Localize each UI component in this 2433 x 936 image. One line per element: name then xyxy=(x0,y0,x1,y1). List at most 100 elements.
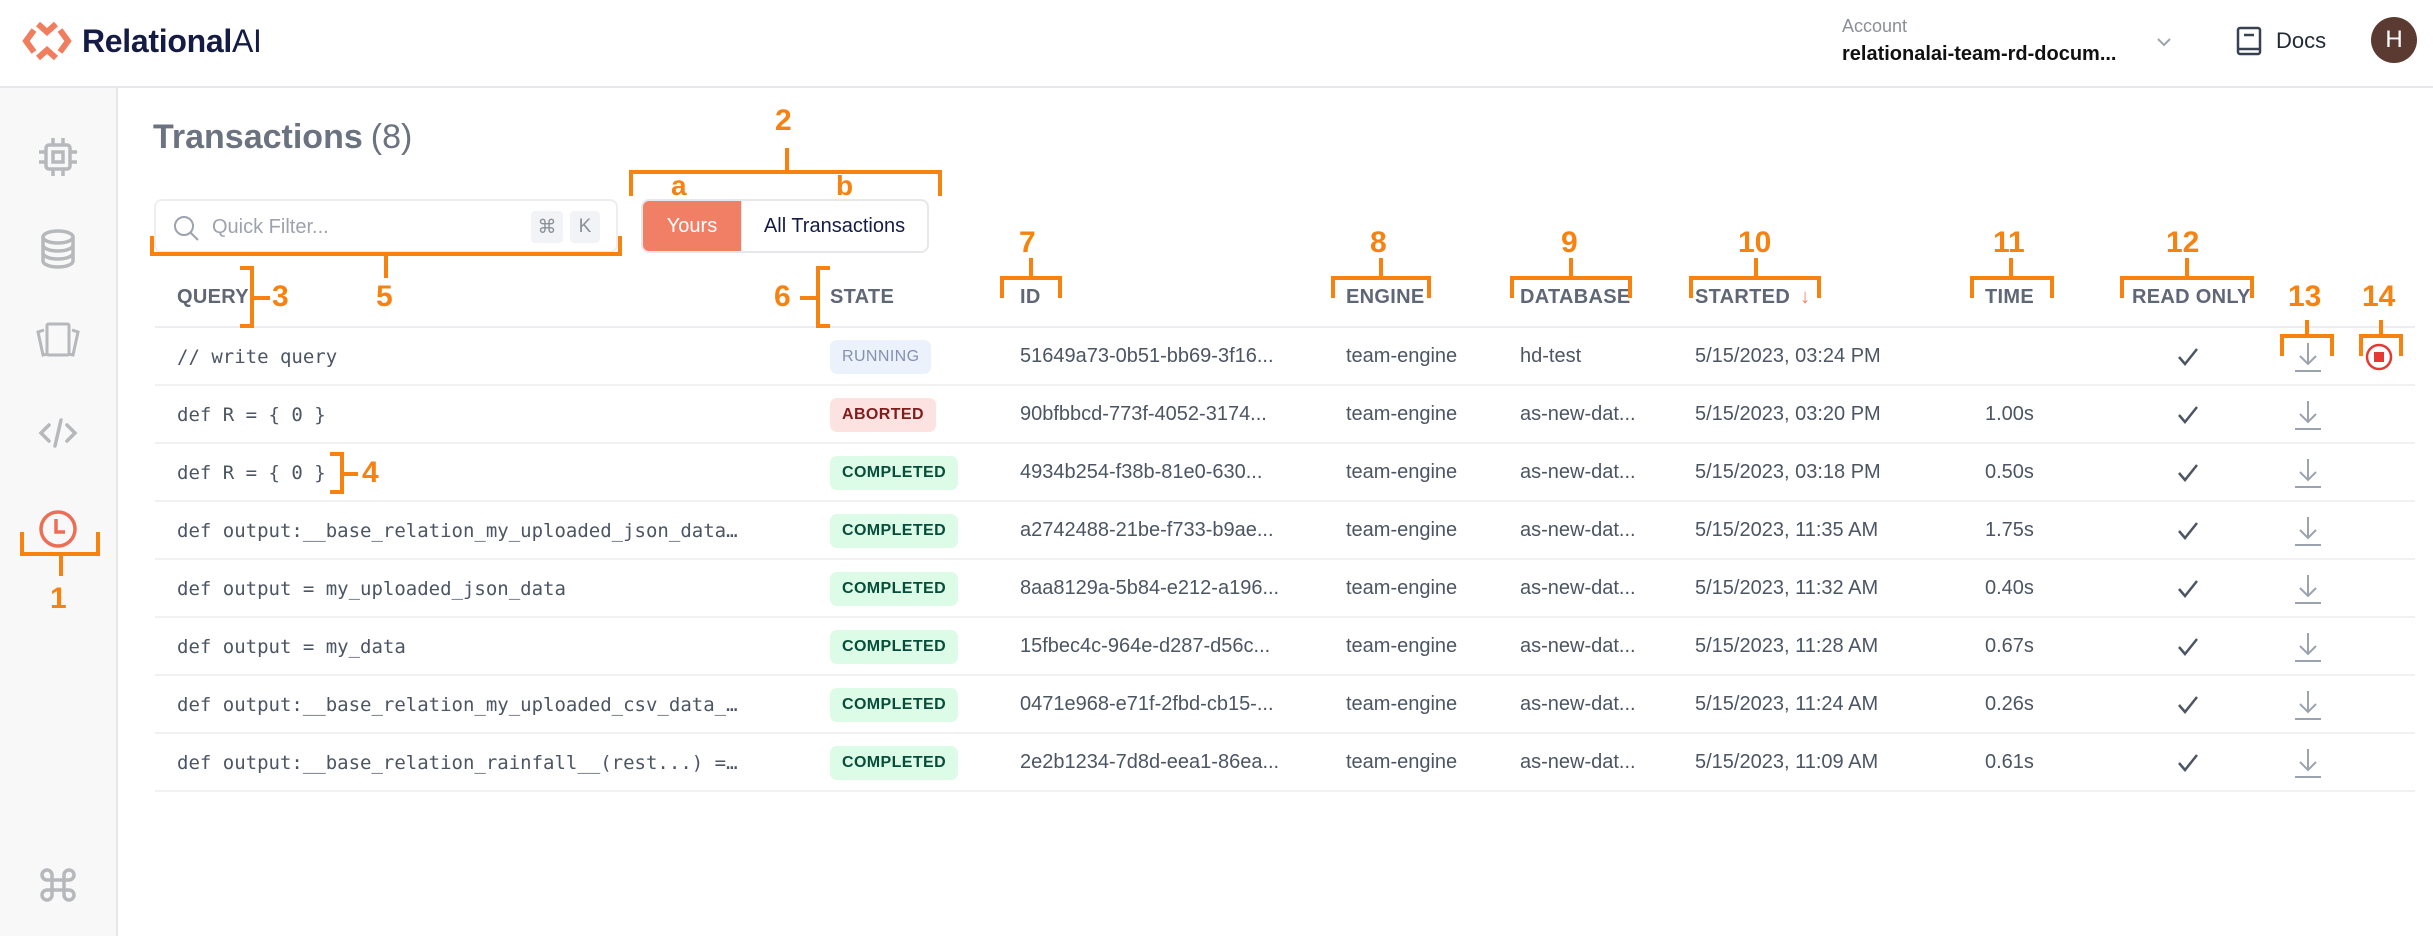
annotation-bracket-4 xyxy=(330,452,344,494)
query-cell: // write query xyxy=(177,346,338,368)
started-cell: 5/15/2023, 03:24 PM xyxy=(1695,345,1881,367)
annotation-bracket-6 xyxy=(816,266,830,328)
status-badge: RUNNING xyxy=(830,340,932,374)
annotation-stem-7 xyxy=(1029,258,1033,276)
sidebar-item-notebooks[interactable] xyxy=(31,314,85,368)
sidebar-item-engines[interactable] xyxy=(31,130,85,184)
annotation-stem-6 xyxy=(800,296,816,300)
status-badge: COMPLETED xyxy=(830,630,959,664)
table-header: QUERY STATE ID ENGINE DATABASE STARTED ↓ … xyxy=(155,268,2415,328)
query-cell: def output = my_uploaded_json_data xyxy=(177,578,566,600)
annotation-bracket-3 xyxy=(240,266,254,328)
brand-name-bold: Relational xyxy=(82,22,232,59)
docs-label: Docs xyxy=(2276,28,2327,53)
brand-name-light: AI xyxy=(231,22,262,59)
sidebar-item-editor[interactable] xyxy=(31,406,85,460)
id-cell: 90bfbbcd-773f-4052-3174... xyxy=(1020,403,1267,425)
check-icon xyxy=(2178,580,2198,598)
engine-cell: team-engine xyxy=(1346,577,1458,599)
annotation-bracket-8 xyxy=(1331,276,1431,298)
database-cell: as-new-dat... xyxy=(1520,751,1636,773)
time-cell: 0.26s xyxy=(1985,693,2034,715)
engine-cell: team-engine xyxy=(1346,635,1458,657)
started-cell: 5/15/2023, 11:24 AM xyxy=(1695,693,1879,715)
status-badge: COMPLETED xyxy=(830,688,959,722)
status-badge: COMPLETED xyxy=(830,572,959,606)
check-icon xyxy=(2178,406,2198,424)
download-icon[interactable] xyxy=(2291,746,2325,780)
started-cell: 5/15/2023, 11:09 AM xyxy=(1695,751,1879,773)
logo[interactable]: RelationalAI xyxy=(22,20,262,62)
time-cell: 0.67s xyxy=(1985,635,2034,657)
annotation-stem-10 xyxy=(1754,258,1758,276)
annotation-stem-8 xyxy=(1379,258,1383,276)
chevron-down-icon[interactable] xyxy=(2152,30,2176,54)
annotation-stem-11 xyxy=(2009,258,2013,276)
account-selector[interactable]: Account relationalai-team-rd-docum... xyxy=(1842,16,2117,66)
table-row[interactable]: def output = my_data COMPLETED 15fbec4c-96… xyxy=(155,618,2415,676)
database-cell: as-new-dat... xyxy=(1520,461,1636,483)
annotation-bracket-9 xyxy=(1510,276,1632,298)
toggle-all-transactions[interactable]: All Transactions xyxy=(741,201,927,251)
table-row[interactable]: def output:__base_relation_my_uploaded_c… xyxy=(155,676,2415,734)
database-cell: as-new-dat... xyxy=(1520,519,1636,541)
annotation-label-9: 9 xyxy=(1561,226,1578,259)
status-badge: COMPLETED xyxy=(830,456,959,490)
id-cell: 2e2b1234-7d8d-eea1-86ea... xyxy=(1020,751,1280,773)
account-name: relationalai-team-rd-docum... xyxy=(1842,43,2117,65)
engine-cell: team-engine xyxy=(1346,751,1458,773)
transaction-count: (8) xyxy=(370,118,413,156)
toggle-yours[interactable]: Yours xyxy=(643,201,741,251)
table-row[interactable]: def output:__base_relation_rainfall__(re… xyxy=(155,734,2415,792)
check-icon xyxy=(2178,638,2198,656)
avatar[interactable]: H xyxy=(2371,17,2417,63)
database-cell: as-new-dat... xyxy=(1520,635,1636,657)
annotation-label-1: 1 xyxy=(50,582,67,615)
download-icon[interactable] xyxy=(2291,456,2325,490)
annotation-label-5: 5 xyxy=(376,280,393,313)
table-row[interactable]: def R = { 0 } COMPLETED 4934b254-f38b-81e0… xyxy=(155,444,2415,502)
table-row[interactable]: def output = my_uploaded_json_data COMPLE… xyxy=(155,560,2415,618)
engine-cell: team-engine xyxy=(1346,519,1458,541)
started-cell: 5/15/2023, 11:35 AM xyxy=(1695,519,1879,541)
download-icon[interactable] xyxy=(2291,630,2325,664)
query-cell: def output = my_data xyxy=(177,636,406,658)
sidebar xyxy=(0,88,118,936)
column-header-query[interactable]: QUERY xyxy=(177,286,249,309)
annotation-label-14: 14 xyxy=(2362,280,2396,313)
table-row[interactable]: def output:__base_relation_my_uploaded_j… xyxy=(155,502,2415,560)
transactions-table: QUERY STATE ID ENGINE DATABASE STARTED ↓ … xyxy=(155,268,2415,792)
notebook-icon xyxy=(36,322,80,357)
check-icon xyxy=(2178,696,2198,714)
docs-link[interactable]: Docs xyxy=(2236,26,2326,56)
chip-icon xyxy=(39,138,77,176)
top-bar: RelationalAI Account relationalai-team-r… xyxy=(0,0,2433,88)
engine-cell: team-engine xyxy=(1346,461,1458,483)
annotation-stem-3 xyxy=(254,296,270,300)
annotation-bracket-14 xyxy=(2359,334,2403,356)
download-icon[interactable] xyxy=(2291,398,2325,432)
query-cell: def R = { 0 } xyxy=(177,404,326,426)
download-icon[interactable] xyxy=(2291,514,2325,548)
database-cell: as-new-dat... xyxy=(1520,403,1636,425)
table-row[interactable]: def R = { 0 } ABORTED 90bfbbcd-773f-4052-3… xyxy=(155,386,2415,444)
sidebar-item-databases[interactable] xyxy=(31,222,85,276)
download-icon[interactable] xyxy=(2291,688,2325,722)
command-palette-button[interactable] xyxy=(31,858,85,912)
ownership-toggle: Yours All Transactions xyxy=(641,199,929,253)
annotation-bracket-5 xyxy=(150,236,622,256)
account-label: Account xyxy=(1842,16,1908,36)
time-cell: 0.40s xyxy=(1985,577,2034,599)
download-icon[interactable] xyxy=(2291,572,2325,606)
engine-cell: team-engine xyxy=(1346,345,1458,367)
annotation-stem-12 xyxy=(2185,258,2189,276)
table-row[interactable]: // write query RUNNING 51649a73-0b51-bb69-… xyxy=(155,328,2415,386)
annotation-label-8: 8 xyxy=(1370,226,1387,259)
annotation-label-b: b xyxy=(836,170,854,201)
annotation-label-13: 13 xyxy=(2288,280,2322,313)
database-icon xyxy=(41,229,75,269)
query-cell: def output:__base_relation_my_uploaded_j… xyxy=(177,520,738,542)
id-cell: 8aa8129a-5b84-e212-a196... xyxy=(1020,577,1280,599)
column-header-state[interactable]: STATE xyxy=(830,286,894,309)
command-icon xyxy=(40,868,76,902)
